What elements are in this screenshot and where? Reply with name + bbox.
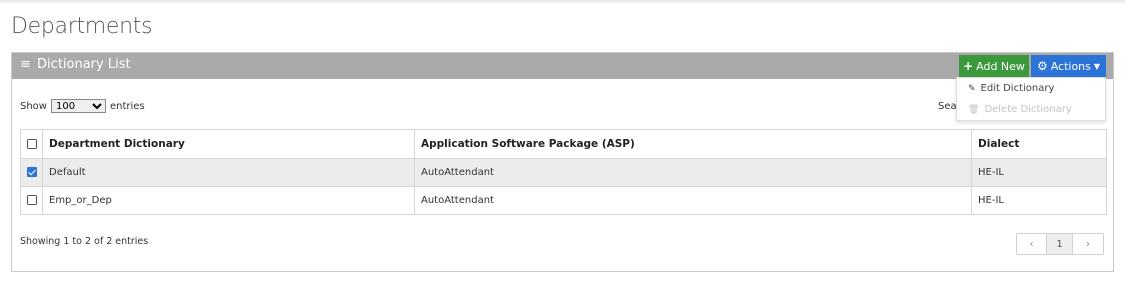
- add-new-label: Add New: [976, 59, 1025, 73]
- table-row[interactable]: Emp_or_Dep AutoAttendant HE-IL: [20, 186, 1107, 215]
- cell-dialect: HE-IL: [971, 186, 1107, 215]
- table-row[interactable]: Default AutoAttendant HE-IL: [20, 158, 1107, 187]
- show-label: Show: [20, 100, 47, 112]
- delete-dictionary-menu-item: 🗑 Delete Dictionary: [957, 99, 1105, 120]
- dictionary-list-panel: ≡ Dictionary List + Add New ⚙ Actions ▼ …: [11, 52, 1114, 272]
- top-shadow: [0, 0, 1125, 4]
- cell-asp: AutoAttendant: [414, 158, 972, 187]
- actions-label: Actions: [1050, 59, 1091, 73]
- col-header-dictionary[interactable]: Department Dictionary: [42, 129, 415, 159]
- table-header-row: Department Dictionary Application Softwa…: [20, 129, 1107, 159]
- chevron-down-icon: ▼: [1093, 61, 1101, 71]
- row-select-cell: [20, 186, 43, 215]
- col-header-dialect[interactable]: Dialect: [971, 129, 1107, 159]
- page-length-control: Show 100 entries: [20, 99, 145, 113]
- page-1-button[interactable]: 1: [1047, 234, 1073, 254]
- entries-label: entries: [109, 100, 145, 112]
- page-length-select[interactable]: 100: [50, 99, 106, 113]
- select-all-checkbox[interactable]: [26, 139, 37, 149]
- edit-dictionary-menu-item[interactable]: ✎ Edit Dictionary: [957, 78, 1105, 99]
- row-checkbox[interactable]: [26, 167, 37, 177]
- prev-page-button[interactable]: ‹: [1017, 234, 1047, 254]
- row-checkbox[interactable]: [26, 195, 37, 205]
- dictionary-table: Department Dictionary Application Softwa…: [20, 129, 1107, 215]
- actions-dropdown-menu: ✎ Edit Dictionary 🗑 Delete Dictionary: [956, 77, 1106, 121]
- gears-icon: ⚙: [1036, 59, 1048, 73]
- cell-dictionary: Emp_or_Dep: [42, 186, 415, 215]
- col-header-asp[interactable]: Application Software Package (ASP): [414, 129, 972, 159]
- panel-title-wrap: ≡ Dictionary List: [20, 57, 131, 72]
- plus-icon: +: [963, 59, 974, 73]
- panel-title: Dictionary List: [37, 57, 131, 72]
- panel-header: ≡ Dictionary List + Add New ⚙ Actions ▼: [12, 53, 1113, 79]
- select-all-cell: [20, 129, 43, 159]
- pencil-icon: ✎: [968, 83, 976, 94]
- page-title: Departments: [11, 14, 153, 39]
- row-select-cell: [20, 158, 43, 187]
- add-new-button[interactable]: + Add New: [959, 55, 1029, 77]
- cell-asp: AutoAttendant: [414, 186, 972, 215]
- delete-dictionary-label: Delete Dictionary: [984, 104, 1072, 115]
- next-page-button[interactable]: ›: [1073, 234, 1103, 254]
- cell-dialect: HE-IL: [971, 158, 1107, 187]
- table-info: Showing 1 to 2 of 2 entries: [20, 236, 149, 247]
- search-label: Sea: [938, 101, 957, 112]
- cell-dictionary: Default: [42, 158, 415, 187]
- trash-icon: 🗑: [968, 104, 980, 115]
- actions-button[interactable]: ⚙ Actions ▼: [1031, 55, 1106, 77]
- list-icon: ≡: [20, 57, 31, 72]
- edit-dictionary-label: Edit Dictionary: [980, 83, 1055, 94]
- pagination: ‹ 1 ›: [1016, 233, 1104, 255]
